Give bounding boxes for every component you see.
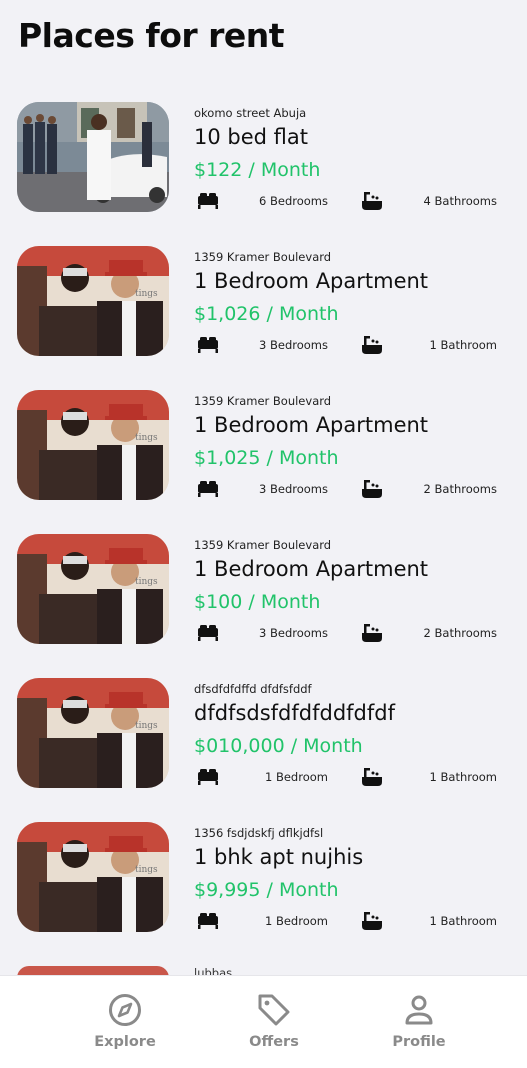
bathtub-icon bbox=[360, 190, 384, 212]
bathtub-icon bbox=[360, 334, 384, 356]
bedrooms-count: 1 Bedroom bbox=[265, 914, 328, 928]
bathtub-icon bbox=[360, 478, 384, 500]
bathrooms-count: 4 Bathrooms bbox=[423, 194, 497, 208]
bathrooms-count: 1 Bathroom bbox=[429, 914, 497, 928]
svg-text:tings: tings bbox=[135, 721, 158, 731]
listing-card[interactable]: tings 1359 Kramer Boulevard 1 Bedroom Ap… bbox=[0, 534, 527, 678]
tab-profile-label: Profile bbox=[392, 1034, 446, 1050]
listing-photo: tings bbox=[17, 822, 169, 932]
bedrooms-count: 3 Bedrooms bbox=[259, 482, 328, 496]
bathtub-icon bbox=[360, 622, 384, 644]
listing-price: $9,995 / Month bbox=[194, 879, 339, 901]
listing-photo: tings bbox=[17, 390, 169, 500]
listing-address: okomo street Abuja bbox=[194, 106, 307, 120]
two-men-photo: tings bbox=[17, 678, 169, 788]
svg-text:tings: tings bbox=[135, 289, 158, 299]
listing-address: dfsdfdfdffd dfdfsfddf bbox=[194, 682, 312, 696]
listing-price: $100 / Month bbox=[194, 591, 321, 613]
listing-title: 10 bed flat bbox=[194, 125, 308, 149]
listing-title: 1 Bedroom Apartment bbox=[194, 269, 429, 293]
bedrooms-count: 6 Bedrooms bbox=[259, 194, 328, 208]
listing-photo: tings bbox=[17, 246, 169, 356]
listings-list: okomo street Abuja 10 bed flat $122 / Mo… bbox=[0, 102, 527, 966]
listing-card[interactable]: tings dfsdfdfdffd dfdfsfddf dfdfsdsfdfdf… bbox=[0, 678, 527, 822]
listing-photo bbox=[17, 102, 169, 212]
listing-address-partial: lubbas bbox=[194, 966, 233, 975]
two-men-photo: tings bbox=[17, 246, 169, 356]
bathrooms-count: 2 Bathrooms bbox=[423, 482, 497, 496]
listing-price: $1,026 / Month bbox=[194, 303, 339, 325]
svg-text:tings: tings bbox=[135, 865, 158, 875]
listing-photo: tings bbox=[17, 534, 169, 644]
listing-price: $122 / Month bbox=[194, 159, 321, 181]
tag-icon bbox=[258, 994, 290, 1026]
listing-photo: tings bbox=[17, 678, 169, 788]
svg-text:tings: tings bbox=[135, 577, 158, 587]
two-men-photo: tings bbox=[17, 822, 169, 932]
listing-price: $010,000 / Month bbox=[194, 735, 363, 757]
page-title: Places for rent bbox=[18, 16, 285, 55]
bathrooms-count: 1 Bathroom bbox=[429, 338, 497, 352]
bathtub-icon bbox=[360, 910, 384, 932]
tab-profile[interactable]: Profile bbox=[364, 992, 474, 1050]
listing-title: 1 Bedroom Apartment bbox=[194, 557, 429, 581]
listing-card[interactable]: tings 1359 Kramer Boulevard 1 Bedroom Ap… bbox=[0, 246, 527, 390]
tab-explore[interactable]: Explore bbox=[70, 992, 180, 1050]
listing-card[interactable]: tings 1359 Kramer Boulevard 1 Bedroom Ap… bbox=[0, 390, 527, 534]
listing-address: 1359 Kramer Boulevard bbox=[194, 394, 332, 408]
listing-title: 1 bhk apt nujhis bbox=[194, 845, 364, 869]
compass-icon bbox=[109, 994, 141, 1026]
bathrooms-count: 1 Bathroom bbox=[429, 770, 497, 784]
bathtub-icon bbox=[360, 766, 384, 788]
listing-address: 1359 Kramer Boulevard bbox=[194, 538, 332, 552]
two-men-photo: tings bbox=[17, 534, 169, 644]
listing-title: 1 Bedroom Apartment bbox=[194, 413, 429, 437]
listing-address: 1356 fsdjdskfj dflkjdfsl bbox=[194, 826, 324, 840]
white-car-group-photo bbox=[17, 102, 169, 212]
listing-title: dfdfsdsfdfdfddfdfdf bbox=[194, 701, 395, 725]
two-men-photo: tings bbox=[17, 390, 169, 500]
bedrooms-count: 1 Bedroom bbox=[265, 770, 328, 784]
listing-price: $1,025 / Month bbox=[194, 447, 339, 469]
svg-text:tings: tings bbox=[135, 433, 158, 443]
bedrooms-count: 3 Bedrooms bbox=[259, 626, 328, 640]
listing-card[interactable]: tings 1356 fsdjdskfj dflkjdfsl 1 bhk apt… bbox=[0, 822, 527, 966]
person-icon bbox=[405, 995, 433, 1025]
tab-offers[interactable]: Offers bbox=[219, 992, 329, 1050]
listing-card[interactable]: okomo street Abuja 10 bed flat $122 / Mo… bbox=[0, 102, 527, 246]
bottom-tab-bar: Explore Offers Profile bbox=[0, 975, 527, 1068]
bathrooms-count: 2 Bathrooms bbox=[423, 626, 497, 640]
listing-address: 1359 Kramer Boulevard bbox=[194, 250, 332, 264]
bedrooms-count: 3 Bedrooms bbox=[259, 338, 328, 352]
tab-explore-label: Explore bbox=[94, 1034, 156, 1050]
tab-offers-label: Offers bbox=[249, 1034, 299, 1050]
